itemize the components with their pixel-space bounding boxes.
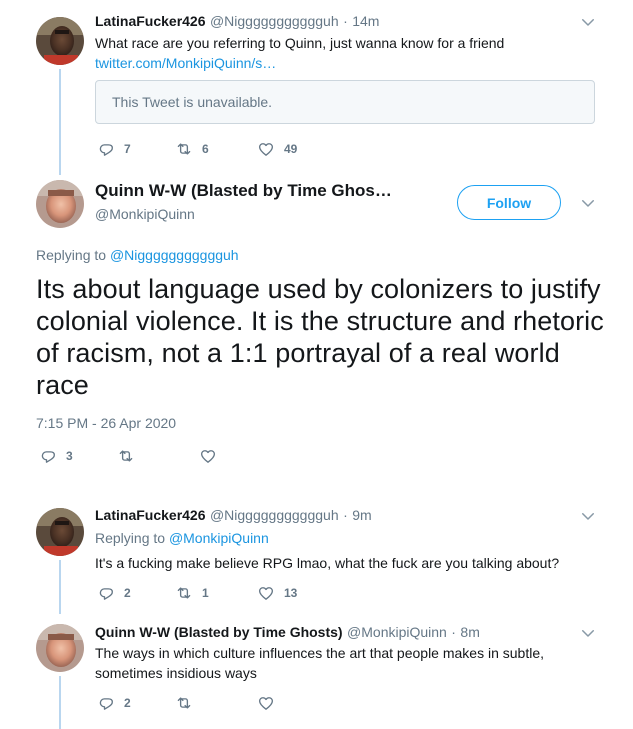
separator-dot: · <box>343 507 348 523</box>
avatar[interactable] <box>36 508 84 556</box>
tweet-actions: 7 6 49 <box>97 140 297 158</box>
main-tweet-text: Its about language used by colonizers to… <box>36 274 604 400</box>
like-count: 49 <box>284 142 298 156</box>
avatar[interactable] <box>36 624 84 672</box>
like-icon <box>199 447 217 465</box>
tweet-text: What race are you referring to Quinn, ju… <box>95 35 505 51</box>
like-icon <box>257 584 275 602</box>
chevron-down-icon[interactable] <box>579 194 597 212</box>
author-name[interactable]: LatinaFucker426 <box>95 13 206 29</box>
reply-button[interactable]: 2 <box>97 584 175 602</box>
reply-count: 2 <box>124 586 131 600</box>
separator-dot: · <box>343 13 348 29</box>
retweet-button[interactable]: 6 <box>175 140 257 158</box>
author-handle[interactable]: @Niggggggggggguh <box>210 13 339 29</box>
author-handle[interactable]: @Niggggggggggguh <box>210 507 339 523</box>
like-icon <box>257 694 275 712</box>
tweet-time[interactable]: 8m <box>460 624 479 640</box>
retweet-icon <box>175 584 193 602</box>
author-handle[interactable]: @MonkipiQuinn <box>347 624 447 640</box>
like-button[interactable] <box>199 447 217 465</box>
reply-count: 7 <box>124 142 131 156</box>
author-name[interactable]: Quinn W-W (Blasted by Time Ghos… <box>95 181 392 200</box>
retweet-icon <box>175 140 193 158</box>
separator-dot: · <box>451 624 456 640</box>
reply-icon <box>97 694 115 712</box>
reply-button[interactable]: 7 <box>97 140 175 158</box>
retweet-count: 1 <box>202 586 209 600</box>
quoted-tweet-box[interactable]: This Tweet is unavailable. <box>95 80 595 124</box>
tweet-actions: 2 1 13 <box>97 584 297 602</box>
follow-button[interactable]: Follow <box>457 185 561 220</box>
retweet-button[interactable]: 1 <box>175 584 257 602</box>
reply-icon <box>97 140 115 158</box>
like-button[interactable]: 49 <box>257 140 297 158</box>
replying-to-label: Replying to <box>95 530 166 546</box>
retweet-button[interactable] <box>117 447 199 465</box>
reply-icon <box>39 447 57 465</box>
tweet-time[interactable]: 9m <box>352 507 371 523</box>
replying-to-handle[interactable]: @MonkipiQuinn <box>169 530 269 546</box>
tweet-link[interactable]: twitter.com/MonkipiQuinn/s… <box>95 53 276 73</box>
tweet-text: The ways in which culture influences the… <box>95 645 545 681</box>
quoted-tweet-unavailable: This Tweet is unavailable. <box>112 94 273 110</box>
replying-to-label: Replying to <box>36 247 107 263</box>
tweet-actions: 3 <box>39 447 217 465</box>
reply-count: 3 <box>66 449 73 463</box>
tweet-actions: 2 <box>97 694 275 712</box>
thread-line <box>59 69 61 175</box>
thread-line <box>59 676 61 729</box>
author-name[interactable]: Quinn W-W (Blasted by Time Ghosts) <box>95 624 343 640</box>
reply-icon <box>97 584 115 602</box>
thread-line <box>59 560 61 614</box>
like-button[interactable] <box>257 694 275 712</box>
like-icon <box>257 140 275 158</box>
reply-count: 2 <box>124 696 131 710</box>
like-count: 13 <box>284 586 298 600</box>
reply-button[interactable]: 3 <box>39 447 117 465</box>
avatar[interactable] <box>36 180 84 228</box>
like-button[interactable]: 13 <box>257 584 297 602</box>
retweet-button[interactable] <box>175 694 257 712</box>
tweet-time[interactable]: 14m <box>352 13 379 29</box>
replying-to-handle[interactable]: @Niggggggggggguh <box>110 247 239 263</box>
chevron-down-icon[interactable] <box>579 13 597 31</box>
author-handle[interactable]: @MonkipiQuinn <box>95 206 195 222</box>
retweet-icon <box>175 694 193 712</box>
tweet-text: It's a fucking make believe RPG lmao, wh… <box>95 555 560 571</box>
chevron-down-icon[interactable] <box>579 507 597 525</box>
tweet-timestamp[interactable]: 7:15 PM - 26 Apr 2020 <box>36 415 176 431</box>
retweet-icon <box>117 447 135 465</box>
chevron-down-icon[interactable] <box>579 624 597 642</box>
avatar[interactable] <box>36 17 84 65</box>
reply-button[interactable]: 2 <box>97 694 175 712</box>
retweet-count: 6 <box>202 142 209 156</box>
author-name[interactable]: LatinaFucker426 <box>95 507 206 523</box>
